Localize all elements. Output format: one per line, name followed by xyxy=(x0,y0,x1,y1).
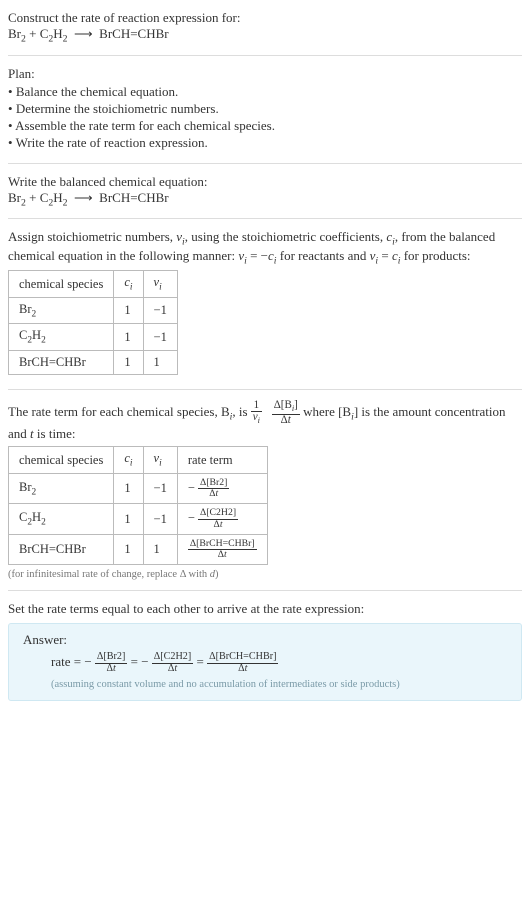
cell-ci: 1 xyxy=(114,504,143,534)
rate-sign: − xyxy=(141,654,148,669)
table-row: Br2 1 −1 − Δ[Br2] Δt xyxy=(9,473,268,503)
frac-den: Δt xyxy=(198,520,238,530)
table-header-row: chemical species ci νi xyxy=(9,271,178,298)
col-ci: ci xyxy=(114,447,143,474)
frac-den: Δt xyxy=(95,664,127,675)
rateterm-frac-2: Δ[Bi] Δt xyxy=(272,400,300,426)
eq-sign: = xyxy=(197,654,208,669)
rate-sign: − xyxy=(188,480,195,494)
frac-num: Δ[Bi] xyxy=(272,400,300,415)
rate-sign: − xyxy=(84,654,91,669)
plan-item: Write the rate of reaction expression. xyxy=(8,135,522,151)
cell-vi: 1 xyxy=(143,534,177,564)
divider xyxy=(8,163,522,164)
cell-ci: 1 xyxy=(114,350,143,374)
cell-species: BrCH=CHBr xyxy=(9,350,114,374)
balanced-title: Write the balanced chemical equation: xyxy=(8,174,522,190)
rate-sign: − xyxy=(188,511,195,525)
cell-species: Br2 xyxy=(9,297,114,324)
final-section: Set the rate terms equal to each other t… xyxy=(8,597,522,704)
cell-vi: −1 xyxy=(143,473,177,503)
plan-item: Determine the stoichiometric numbers. xyxy=(8,101,522,117)
rateterm-intro: The rate term for each chemical species,… xyxy=(8,400,522,442)
cell-species: Br2 xyxy=(9,473,114,503)
stoich-table: chemical species ci νi Br2 1 −1 C2H2 1 −… xyxy=(8,270,178,375)
cell-vi: −1 xyxy=(143,297,177,324)
rate-prefix: rate = xyxy=(51,654,84,669)
cell-vi: −1 xyxy=(143,324,177,351)
divider xyxy=(8,55,522,56)
cell-ci: 1 xyxy=(114,324,143,351)
problem-equation: Br2 + C2H2 ⟶ BrCH=CHBr xyxy=(8,26,522,45)
table-row: BrCH=CHBr 1 1 xyxy=(9,350,178,374)
answer-label: Answer: xyxy=(23,632,507,648)
col-species: chemical species xyxy=(9,447,114,474)
divider xyxy=(8,218,522,219)
table-row: BrCH=CHBr 1 1 Δ[BrCH=CHBr] Δt xyxy=(9,534,268,564)
rate-frac: Δ[C2H2] Δt xyxy=(198,508,238,529)
stoich-intro: Assign stoichiometric numbers, νi, using… xyxy=(8,229,522,266)
rate-frac: Δ[Br2] Δt xyxy=(95,652,127,674)
problem-header: Construct the rate of reaction expressio… xyxy=(8,6,522,49)
plan-item: Assemble the rate term for each chemical… xyxy=(8,118,522,134)
rate-frac: Δ[BrCH=CHBr] Δt xyxy=(188,539,257,560)
final-intro: Set the rate terms equal to each other t… xyxy=(8,601,522,617)
cell-ci: 1 xyxy=(114,473,143,503)
answer-box: Answer: rate = − Δ[Br2] Δt = − Δ[C2H2] Δ… xyxy=(8,623,522,700)
rateterm-note: (for infinitesimal rate of change, repla… xyxy=(8,569,522,580)
rateterm-intro-pre: The rate term for each chemical species,… xyxy=(8,404,251,419)
rate-frac: Δ[C2H2] Δt xyxy=(152,652,193,674)
rate-frac: Δ[BrCH=CHBr] Δt xyxy=(207,652,278,674)
col-rate: rate term xyxy=(177,447,267,474)
answer-note: (assuming constant volume and no accumul… xyxy=(23,679,507,690)
divider xyxy=(8,389,522,390)
frac-den: Δt xyxy=(207,664,278,675)
cell-species: C2H2 xyxy=(9,504,114,534)
cell-species: C2H2 xyxy=(9,324,114,351)
frac-den: Δt xyxy=(198,489,229,499)
balanced-section: Write the balanced chemical equation: Br… xyxy=(8,170,522,213)
cell-ci: 1 xyxy=(114,534,143,564)
frac-den: Δt xyxy=(272,415,300,427)
col-vi: νi xyxy=(143,271,177,298)
rateterm-frac-1: 1 νi xyxy=(251,400,262,426)
cell-rate: − Δ[C2H2] Δt xyxy=(177,504,267,534)
rateterm-table: chemical species ci νi rate term Br2 1 −… xyxy=(8,446,268,565)
frac-den: νi xyxy=(251,412,262,426)
stoich-section: Assign stoichiometric numbers, νi, using… xyxy=(8,225,522,383)
frac-num: Δ[C2H2] xyxy=(198,508,238,519)
table-header-row: chemical species ci νi rate term xyxy=(9,447,268,474)
plan-item: Balance the chemical equation. xyxy=(8,84,522,100)
plan-section: Plan: Balance the chemical equation. Det… xyxy=(8,62,522,157)
rateterm-section: The rate term for each chemical species,… xyxy=(8,396,522,584)
cell-rate: − Δ[Br2] Δt xyxy=(177,473,267,503)
cell-species: BrCH=CHBr xyxy=(9,534,114,564)
col-ci: ci xyxy=(114,271,143,298)
rate-expression: rate = − Δ[Br2] Δt = − Δ[C2H2] Δt = Δ[Br… xyxy=(23,652,507,674)
frac-den: Δt xyxy=(152,664,193,675)
plan-list: Balance the chemical equation. Determine… xyxy=(8,84,522,151)
plan-title: Plan: xyxy=(8,66,522,82)
problem-title: Construct the rate of reaction expressio… xyxy=(8,10,522,26)
rate-frac: Δ[Br2] Δt xyxy=(198,478,229,499)
cell-vi: 1 xyxy=(143,350,177,374)
cell-ci: 1 xyxy=(114,297,143,324)
balanced-equation: Br2 + C2H2 ⟶ BrCH=CHBr xyxy=(8,190,522,209)
table-row: Br2 1 −1 xyxy=(9,297,178,324)
col-vi: νi xyxy=(143,447,177,474)
cell-vi: −1 xyxy=(143,504,177,534)
cell-rate: Δ[BrCH=CHBr] Δt xyxy=(177,534,267,564)
frac-den: Δt xyxy=(188,550,257,560)
col-species: chemical species xyxy=(9,271,114,298)
table-row: C2H2 1 −1 − Δ[C2H2] Δt xyxy=(9,504,268,534)
divider xyxy=(8,590,522,591)
table-row: C2H2 1 −1 xyxy=(9,324,178,351)
eq-sign: = xyxy=(131,654,142,669)
